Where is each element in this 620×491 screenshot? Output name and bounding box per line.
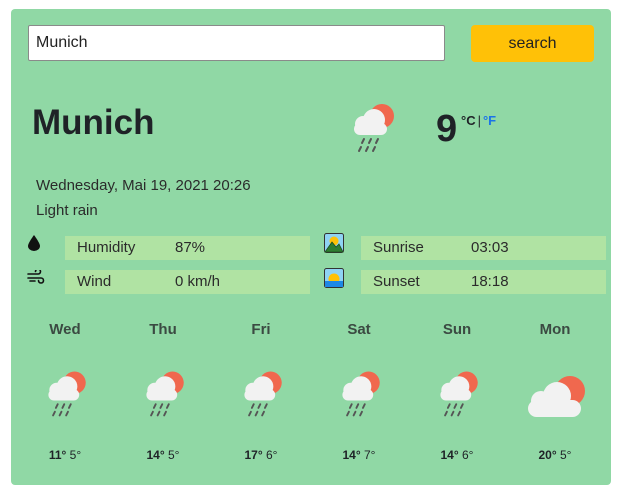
temperature-value: 9: [436, 108, 458, 150]
humidity-label: Humidity: [77, 239, 136, 256]
city-name: Munich: [32, 103, 155, 142]
forecast-list: Wed 11° 5° Thu 14° 5° Fri 17° 6° Sat 14°…: [11, 321, 611, 471]
forecast-high: 20°: [538, 448, 557, 462]
forecast-low: 5°: [168, 448, 180, 462]
rain-cloud-sun-icon: [345, 97, 405, 162]
sunrise-value: 03:03: [471, 239, 509, 256]
forecast-high: 17°: [244, 448, 263, 462]
current-datetime: Wednesday, Mai 19, 2021 20:26: [36, 177, 251, 194]
forecast-temps: 14° 5°: [114, 448, 212, 462]
forecast-high: 11°: [48, 448, 67, 462]
forecast-temps: 14° 6°: [408, 448, 506, 462]
forecast-high: 14°: [146, 448, 165, 462]
forecast-day-name: Sun: [442, 321, 472, 338]
forecast-low: 6°: [266, 448, 278, 462]
forecast-temps: 20° 5°: [506, 448, 604, 462]
forecast-temps: 17° 6°: [212, 448, 310, 462]
search-button[interactable]: search: [471, 25, 594, 62]
cloud-sun-icon: [524, 371, 590, 426]
humidity-row: Humidity 87%: [65, 236, 310, 260]
rain-cloud-sun-icon: [334, 365, 390, 426]
forecast-day-name: Thu: [149, 321, 177, 338]
unit-separator: |: [477, 113, 481, 128]
sunrise-icon: [324, 233, 344, 258]
weather-description: Light rain: [36, 202, 98, 219]
forecast-low: 7°: [364, 448, 376, 462]
wind-row: Wind 0 km/h: [65, 270, 310, 294]
sunrise-row: Sunrise 03:03: [361, 236, 606, 260]
weather-card: search Munich 9 °C|°F Wednesday, Mai 19,…: [11, 9, 611, 485]
fahrenheit-link[interactable]: °F: [483, 113, 496, 128]
current-temperature: 9: [436, 108, 457, 151]
search-input[interactable]: [28, 25, 445, 61]
forecast-low: 5°: [69, 448, 82, 462]
forecast-low: 6°: [462, 448, 474, 462]
forecast-day-name: Fri: [251, 321, 271, 338]
humidity-value: 87%: [175, 239, 206, 256]
wind-label: Wind: [77, 273, 112, 290]
droplet-icon: [28, 235, 40, 256]
forecast-day-name: Mon: [539, 321, 571, 338]
sunrise-label: Sunrise: [373, 239, 424, 256]
wind-icon: [27, 268, 45, 289]
rain-cloud-sun-icon: [432, 365, 488, 426]
forecast-day-name: Wed: [49, 321, 81, 338]
forecast-temps: 14° 7°: [310, 448, 408, 462]
forecast-day-name: Sat: [347, 321, 371, 338]
sunset-label: Sunset: [373, 273, 420, 290]
sunset-value: 18:18: [471, 273, 509, 290]
celsius-unit: °C: [461, 113, 476, 128]
wind-value: 0 km/h: [175, 273, 221, 290]
forecast-high: 14°: [342, 448, 361, 462]
rain-cloud-sun-icon: [138, 365, 194, 426]
forecast-low: 5°: [560, 448, 572, 462]
forecast-high: 14°: [440, 448, 459, 462]
forecast-temps: 11° 5°: [16, 448, 114, 462]
unit-switcher: °C | °F: [461, 113, 496, 128]
rain-cloud-sun-icon: [40, 365, 96, 426]
rain-cloud-sun-icon: [236, 365, 292, 426]
sunset-icon: [324, 268, 344, 293]
sunset-row: Sunset 18:18: [361, 270, 606, 294]
